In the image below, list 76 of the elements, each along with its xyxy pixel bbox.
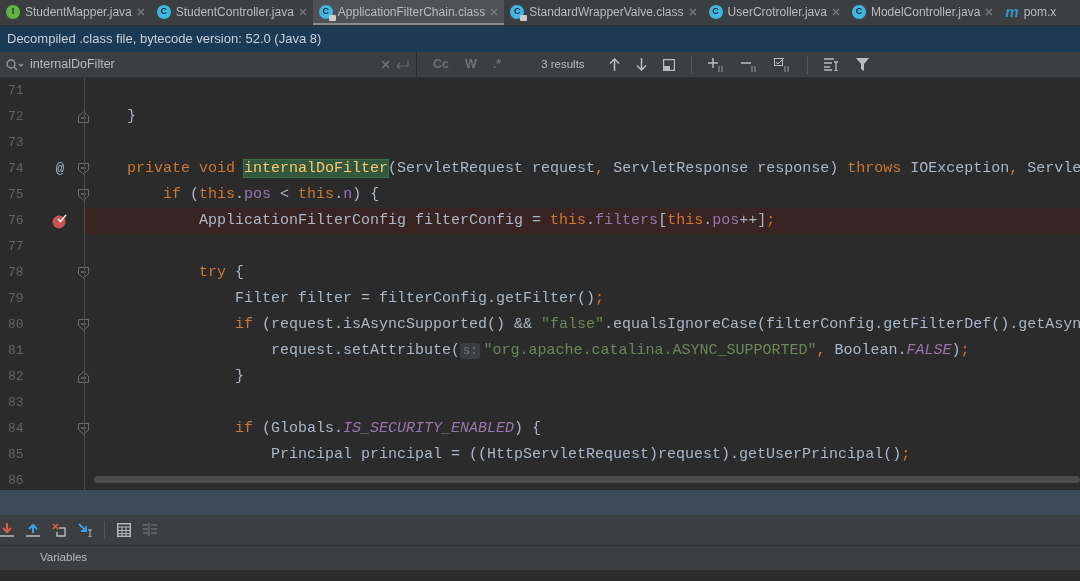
window-icon[interactable] [662,58,675,71]
decompiled-banner: Decompiled .class file, bytecode version: 52.0 (Java 8) [0,26,1080,52]
class-icon: C [510,4,525,19]
class-icon: C [318,4,333,19]
step-into-icon[interactable] [0,523,14,537]
fold-start-icon[interactable] [77,189,89,201]
drop-frame-icon[interactable] [52,523,66,537]
horizontal-scrollbar[interactable] [94,476,1080,483]
fold-start-icon[interactable] [77,163,89,175]
calculator-icon[interactable] [117,523,131,537]
down-arrow-icon[interactable] [635,58,647,71]
override-marker[interactable]: @ [55,158,65,180]
line-number: 72 [7,108,25,127]
variables-header: Variables [40,550,88,566]
line-number: 84 [7,420,25,439]
code-line: if (Globals.IS_SECURITY_ENABLED) { [234,418,542,439]
fold-end-icon[interactable] [77,111,89,123]
close-icon[interactable] [298,7,307,16]
class-icon: C [708,4,723,19]
filter-lines-icon[interactable] [823,58,840,71]
close-icon[interactable] [688,7,697,16]
line-number: 82 [7,368,25,387]
clear-icon[interactable] [381,60,390,69]
code-line: try { [198,262,245,283]
code-line: ApplicationFilterConfig filterConfig = this.filters[this.pos++]; [198,210,776,231]
class-icon: C [156,4,171,19]
close-icon[interactable] [985,7,994,16]
line-number: 83 [7,394,25,413]
fold-start-icon[interactable] [77,267,89,279]
code-line: private void internalDoFilter(ServletRequest request, ServletResponse response) throws IOException, Servle [126,158,1080,179]
code-line: request.setAttribute( s: "org.apache.catalina.ASYNC_SUPPORTED", Boolean.FALSE); [270,340,970,361]
search-icon[interactable] [6,58,24,71]
fold-start-icon[interactable] [77,423,89,435]
add-selection-icon[interactable] [707,57,725,72]
code-line: if (this.pos < this.n) { [162,184,380,205]
editor-tab[interactable]: C UserCrotroller.java [702,0,846,25]
up-arrow-icon[interactable] [608,58,620,71]
editor-tab[interactable]: m pom.x [999,0,1063,25]
interface-icon: I [6,4,20,19]
close-icon[interactable] [490,7,499,16]
class-icon: C [851,4,866,19]
results-count: 3 results [541,56,585,72]
breakpoint-icon[interactable] [52,213,68,229]
line-number: 81 [7,342,25,361]
step-out-icon[interactable] [26,523,40,537]
fold-start-icon[interactable] [77,319,89,331]
editor-tab[interactable]: I StudentMapper.java [0,0,151,25]
line-number: 86 [7,472,25,490]
code-line: Principal principal = ((HttpServletRequest)request).getUserPrincipal(); [270,444,911,465]
line-number: 73 [7,134,25,153]
line-number: 85 [7,446,25,465]
editor-tab[interactable]: C ApplicationFilterChain.class [312,0,505,25]
maven-icon: m [1005,4,1019,19]
editor-tab[interactable]: C StudentController.java [150,0,313,25]
code-line: Filter filter = filterConfig.getFilter(); [234,288,605,309]
newline-icon[interactable] [396,59,410,70]
line-number: 76 [7,212,25,231]
close-icon[interactable] [831,7,840,16]
line-number: 77 [7,238,25,257]
filter-icon[interactable] [855,58,869,71]
fold-end-icon[interactable] [77,371,89,383]
code-line: } [234,366,245,387]
line-number: 80 [7,316,25,335]
select-all-icon[interactable] [773,57,791,72]
code-line: if (request.isAsyncSupported() && "false".equalsIgnoreCase(filterConfig.getFilterDef().getAsyn [234,314,1080,335]
editor-tab[interactable]: C ModelController.java [845,0,1000,25]
line-number: 71 [7,82,25,101]
editor-tab[interactable]: C StandardWrapperValve.class [504,0,703,25]
line-number: 75 [7,186,25,205]
line-number: 74 [7,160,25,179]
search-field[interactable]: internalDoFilter [30,55,330,74]
line-number: 79 [7,290,25,309]
code-line: } [126,106,136,127]
close-icon[interactable] [136,7,145,16]
line-number: 78 [7,264,25,283]
run-to-cursor-icon[interactable] [78,523,92,537]
